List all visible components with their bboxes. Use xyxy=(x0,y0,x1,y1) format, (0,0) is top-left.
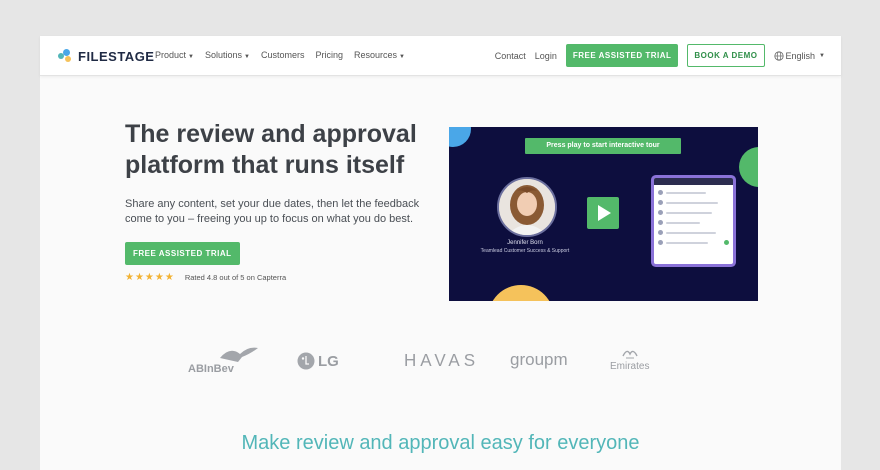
main-menu: Product ▼ Solutions ▼ Customers Pricing Re… xyxy=(155,50,405,60)
capterra-rating: ★★★★★ Rated 4.8 out of 5 on Capterra xyxy=(125,272,286,283)
menu-item-customers[interactable]: Customers xyxy=(261,50,305,60)
book-demo-button[interactable]: BOOK A DEMO xyxy=(687,44,765,67)
logo-text: FILESTAGE xyxy=(78,48,155,64)
lg-logo: LG xyxy=(297,352,339,370)
language-selector[interactable]: English ▼ xyxy=(773,50,825,61)
logo-dots-icon xyxy=(58,49,74,63)
presenter-name: Jennifer Born xyxy=(507,240,543,246)
nav-actions: Contact Login FREE ASSISTED TRIAL BOOK A… xyxy=(495,44,825,67)
menu-item-resources[interactable]: Resources ▼ xyxy=(354,50,405,60)
section-title: Make review and approval easy for everyo… xyxy=(241,432,640,454)
person-photo-icon xyxy=(499,179,555,235)
login-link[interactable]: Login xyxy=(535,51,557,61)
interactive-tour-video[interactable]: Press play to start interactive tour Jen… xyxy=(449,127,758,301)
chevron-down-icon: ▼ xyxy=(819,52,825,59)
decorative-yellow-circle xyxy=(488,285,554,301)
eagle-icon xyxy=(220,347,258,362)
globe-icon xyxy=(773,50,784,61)
decorative-blue-circle xyxy=(449,127,471,147)
menu-item-product[interactable]: Product ▼ xyxy=(155,50,194,60)
filestage-logo[interactable]: FILESTAGE xyxy=(58,47,154,65)
presenter-avatar xyxy=(497,177,557,237)
hero-subtitle: Share any content, set your due dates, t… xyxy=(125,198,420,225)
menu-item-solutions[interactable]: Solutions ▼ xyxy=(205,50,250,60)
customer-logos: ABInBev LG HAVAS groupm Emirates xyxy=(40,342,841,382)
app-mockup-panel xyxy=(654,178,733,264)
language-label: English xyxy=(785,50,816,61)
decorative-green-circle xyxy=(739,147,758,187)
top-navigation: FILESTAGE Product ▼ Solutions ▼ Customers … xyxy=(40,36,841,76)
contact-link[interactable]: Contact xyxy=(495,51,526,61)
rating-text: Rated 4.8 out of 5 on Capterra xyxy=(184,273,287,282)
emirates-logo: Emirates xyxy=(610,346,649,372)
start-tour-button[interactable]: Press play to start interactive tour xyxy=(525,138,681,154)
rating-stars-icon: ★★★★★ xyxy=(125,272,175,283)
emirates-calligraphy-icon xyxy=(622,350,638,359)
menu-item-pricing[interactable]: Pricing xyxy=(315,50,343,60)
havas-logo: HAVAS xyxy=(404,350,480,371)
hero-free-trial-button[interactable]: FREE ASSISTED TRIAL xyxy=(125,242,240,265)
chevron-down-icon: ▼ xyxy=(244,54,250,60)
presenter-role: Teamlead Customer Success & Support xyxy=(480,248,570,254)
hero-title: The review and approval platform that ru… xyxy=(125,120,417,179)
chevron-down-icon: ▼ xyxy=(399,54,405,60)
chevron-down-icon: ▼ xyxy=(188,54,194,60)
groupm-logo: groupm xyxy=(510,350,568,369)
page: FILESTAGE Product ▼ Solutions ▼ Customers … xyxy=(40,36,841,470)
lg-face-icon xyxy=(297,352,315,370)
free-trial-button[interactable]: FREE ASSISTED TRIAL xyxy=(565,44,679,67)
play-icon[interactable] xyxy=(587,197,619,229)
